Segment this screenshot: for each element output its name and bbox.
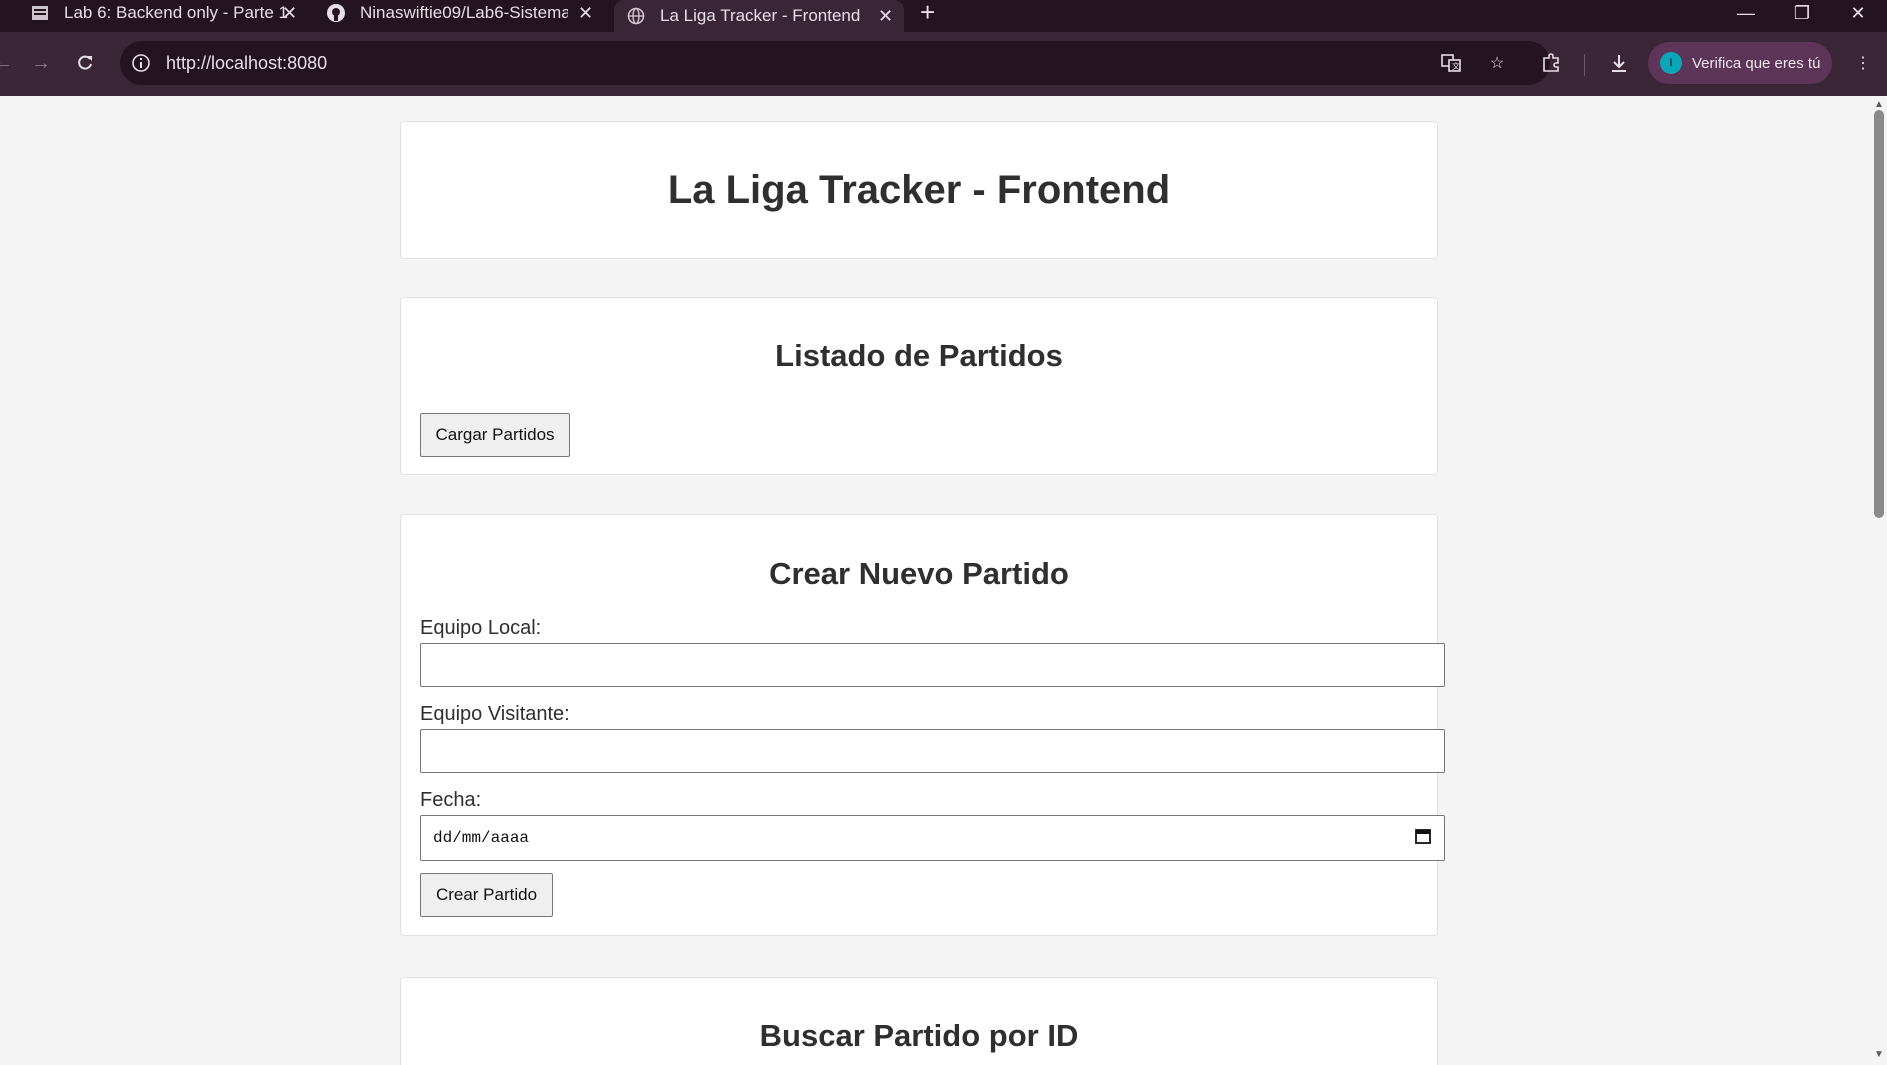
- away-team-label: Equipo Visitante:: [420, 703, 570, 725]
- tab-la-liga[interactable]: La Liga Tracker - Frontend ✕: [614, 0, 904, 32]
- page-title: La Liga Tracker - Frontend: [667, 167, 1171, 212]
- github-icon: [326, 3, 346, 23]
- profile-chip[interactable]: I Verifica que eres tú: [1648, 42, 1832, 84]
- new-tab-button[interactable]: +: [920, 0, 935, 26]
- toolbar-divider: [1584, 54, 1585, 76]
- home-team-input[interactable]: [420, 643, 1445, 687]
- tab-title: La Liga Tracker - Frontend: [660, 6, 861, 25]
- translate-icon[interactable]: 文: [1438, 50, 1464, 76]
- create-match-card: Crear Nuevo Partido Equipo Local: Equipo…: [400, 514, 1445, 936]
- url-text[interactable]: http://localhost:8080: [166, 53, 327, 74]
- scroll-thumb[interactable]: [1874, 110, 1884, 518]
- scroll-up-icon[interactable]: ▲: [1874, 100, 1884, 110]
- close-tab-icon[interactable]: ✕: [878, 6, 893, 27]
- scroll-down-icon[interactable]: ▼: [1874, 1050, 1884, 1060]
- close-window-icon[interactable]: ✕: [1830, 0, 1886, 26]
- create-match-button[interactable]: Crear Partido: [420, 873, 553, 917]
- page-scrollbar[interactable]: ▲ ▼: [1871, 96, 1887, 1065]
- bookmark-star-icon[interactable]: ☆: [1484, 50, 1510, 76]
- load-matches-button[interactable]: Cargar Partidos: [420, 413, 570, 457]
- tab-lab6[interactable]: Lab 6: Backend only - Parte 1 ✕: [30, 0, 300, 26]
- globe-icon: [626, 6, 646, 26]
- reload-icon[interactable]: [66, 44, 104, 82]
- close-tab-icon[interactable]: ✕: [282, 3, 297, 24]
- calendar-icon[interactable]: [1414, 827, 1432, 850]
- profile-label: Verifica que eres tú: [1692, 54, 1821, 72]
- svg-text:文: 文: [1452, 61, 1460, 71]
- search-heading: Buscar Partido por ID: [759, 1018, 1079, 1053]
- list-heading: Listado de Partidos: [775, 338, 1063, 373]
- close-tab-icon[interactable]: ✕: [578, 3, 593, 24]
- date-input[interactable]: dd/mm/aaaa: [420, 815, 1445, 861]
- address-bar[interactable]: http://localhost:8080 文 ☆: [120, 41, 1550, 85]
- forward-icon[interactable]: →: [22, 44, 60, 82]
- browser-toolbar: ← → http://localhost:8080 文 ☆ I Verifica…: [0, 32, 1887, 96]
- list-matches-card: Listado de Partidos Cargar Partidos: [400, 297, 1438, 475]
- tab-github[interactable]: Ninaswiftie09/Lab6-SistemasW ✕: [326, 0, 596, 26]
- date-placeholder: dd/mm/aaaa: [433, 829, 530, 847]
- tab-title: Lab 6: Backend only - Parte 1: [64, 3, 288, 22]
- date-label: Fecha:: [420, 789, 482, 811]
- back-icon[interactable]: ←: [0, 44, 22, 82]
- search-match-card: Buscar Partido por ID: [400, 977, 1438, 1065]
- restore-icon[interactable]: ❐: [1774, 0, 1830, 26]
- uvg-icon: [30, 3, 50, 23]
- tab-title: Ninaswiftie09/Lab6-SistemasW: [360, 3, 568, 22]
- menu-kebab-icon[interactable]: ⋮: [1846, 46, 1880, 80]
- download-icon[interactable]: [1602, 46, 1636, 80]
- minimize-icon[interactable]: —: [1718, 0, 1774, 26]
- profile-avatar: I: [1660, 52, 1682, 74]
- page-viewport: La Liga Tracker - Frontend Listado de Pa…: [0, 96, 1871, 1065]
- create-heading: Crear Nuevo Partido: [769, 556, 1069, 591]
- site-info-icon[interactable]: [130, 52, 152, 74]
- header-card: La Liga Tracker - Frontend: [400, 121, 1438, 259]
- home-team-label: Equipo Local:: [420, 617, 542, 639]
- away-team-input[interactable]: [420, 729, 1445, 773]
- extensions-icon[interactable]: [1534, 46, 1568, 80]
